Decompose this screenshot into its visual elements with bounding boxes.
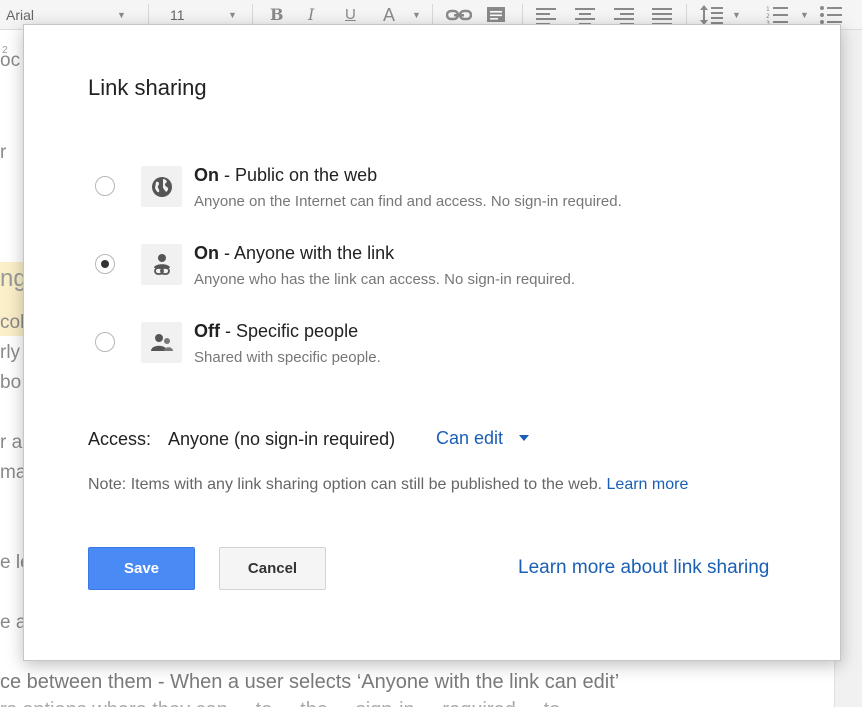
learn-more-link[interactable]: Learn more bbox=[607, 476, 689, 493]
document-text: rly bbox=[0, 342, 21, 363]
radio-anyone-with-link[interactable] bbox=[95, 254, 115, 274]
option-label: On - Anyone with the link bbox=[194, 243, 394, 264]
document-text: rs options where they can ... to ... the… bbox=[0, 699, 560, 707]
toolbar-divider bbox=[522, 4, 523, 26]
radio-specific-people[interactable] bbox=[95, 332, 115, 352]
link-icon[interactable] bbox=[445, 6, 473, 24]
toolbar-divider bbox=[686, 4, 687, 26]
person-link-icon bbox=[141, 244, 182, 285]
people-icon bbox=[141, 322, 182, 363]
option-label: On - Public on the web bbox=[194, 165, 377, 186]
document-text: oc bbox=[0, 50, 21, 71]
sharing-option-specific-people[interactable]: Off - Specific people Shared with specif… bbox=[24, 317, 842, 383]
link-sharing-dialog: Link sharing On - Public on the web Anyo… bbox=[23, 24, 841, 661]
align-left-icon[interactable] bbox=[536, 5, 556, 25]
document-text: ce between them - When a user selects ‘A… bbox=[0, 671, 620, 693]
numbered-list-icon[interactable]: 123 bbox=[766, 5, 788, 27]
option-state: Off bbox=[194, 321, 220, 341]
option-description: Anyone who has the link can access. No s… bbox=[194, 271, 576, 288]
access-value: Anyone (no sign-in required) bbox=[168, 429, 396, 449]
option-description: Anyone on the Internet can find and acce… bbox=[194, 193, 622, 210]
justify-icon[interactable] bbox=[652, 5, 672, 25]
option-description: Shared with specific people. bbox=[194, 349, 381, 366]
access-label: Access: bbox=[88, 429, 152, 449]
align-center-icon[interactable] bbox=[575, 5, 595, 25]
cancel-button[interactable]: Cancel bbox=[219, 547, 326, 590]
option-title: - Public on the web bbox=[219, 165, 378, 185]
document-text: r a bbox=[0, 432, 23, 453]
toolbar-divider bbox=[148, 4, 149, 26]
publish-note: Note: Items with any link sharing option… bbox=[88, 476, 688, 494]
option-title: - Specific people bbox=[220, 321, 359, 341]
svg-text:1: 1 bbox=[766, 6, 770, 13]
toolbar-divider bbox=[252, 4, 253, 26]
note-text: Note: Items with any link sharing option… bbox=[88, 476, 607, 493]
comment-icon[interactable] bbox=[486, 6, 506, 24]
radio-public[interactable] bbox=[95, 176, 115, 196]
sharing-option-anyone-with-link[interactable]: On - Anyone with the link Anyone who has… bbox=[24, 239, 842, 305]
toolbar-divider bbox=[432, 4, 433, 26]
document-text: bo bbox=[0, 372, 22, 393]
line-spacing-icon[interactable] bbox=[699, 4, 723, 25]
svg-text:2: 2 bbox=[766, 13, 770, 20]
dialog-title: Link sharing bbox=[88, 75, 207, 100]
option-title: - Anyone with the link bbox=[219, 243, 395, 263]
learn-more-link-sharing[interactable]: Learn more about link sharing bbox=[518, 557, 769, 579]
caret-down-icon[interactable] bbox=[519, 435, 529, 441]
bulleted-list-icon[interactable] bbox=[820, 5, 842, 24]
permission-dropdown[interactable]: Can edit bbox=[436, 428, 503, 449]
option-label: Off - Specific people bbox=[194, 321, 358, 342]
sharing-option-public[interactable]: On - Public on the web Anyone on the Int… bbox=[24, 161, 842, 227]
align-right-icon[interactable] bbox=[614, 5, 634, 25]
globe-icon bbox=[141, 166, 182, 207]
option-state: On bbox=[194, 243, 219, 263]
option-state: On bbox=[194, 165, 219, 185]
document-text: r bbox=[0, 142, 7, 163]
save-button[interactable]: Save bbox=[88, 547, 195, 590]
